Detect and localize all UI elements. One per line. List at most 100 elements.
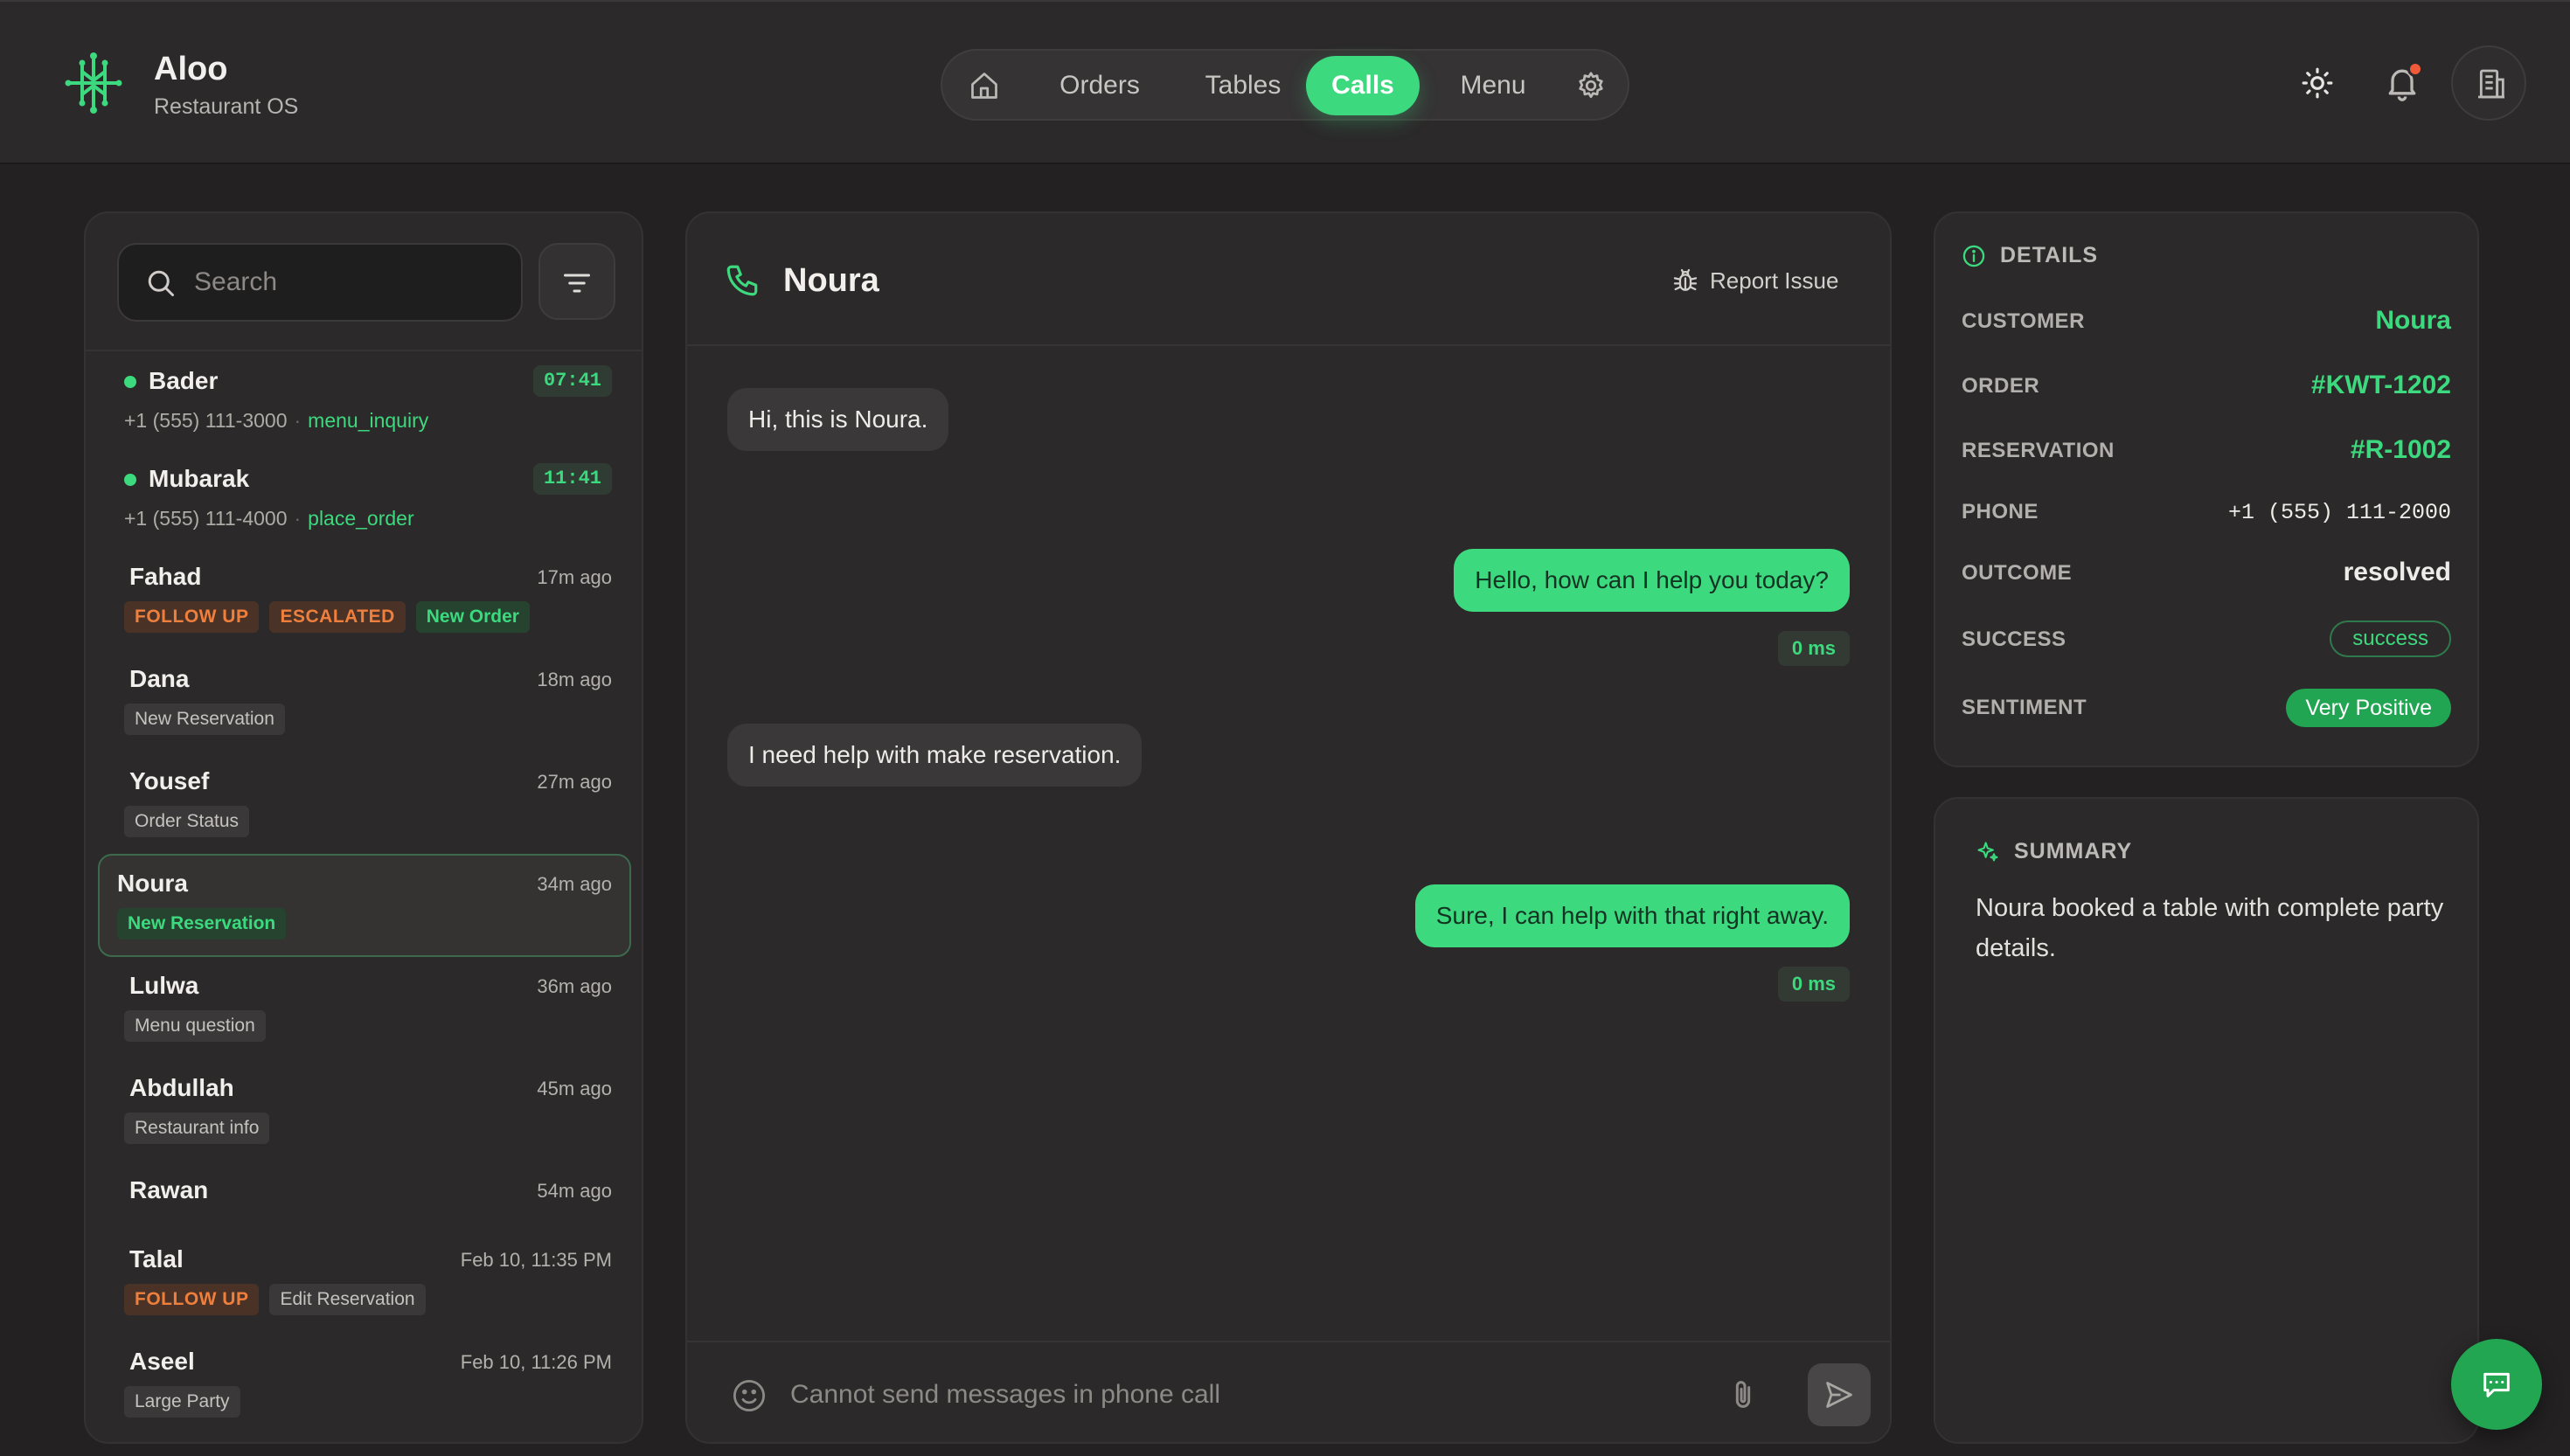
- detail-label-outcome: OUTCOME: [1962, 561, 2073, 585]
- call-tags: New Reservation: [117, 908, 287, 939]
- summary-text: Noura booked a table with complete party…: [1976, 894, 2444, 962]
- message-composer: [687, 1341, 1890, 1442]
- notification-dot: [2407, 61, 2423, 77]
- sparkle-icon: [1977, 841, 1998, 861]
- call-time: Feb 10, 11:26 PM: [460, 1351, 612, 1373]
- success-badge: success: [2330, 621, 2451, 657]
- detail-label-reservation: RESERVATION: [1962, 439, 2115, 462]
- tag-new-order: New Order: [415, 601, 530, 633]
- nav-menu[interactable]: Menu: [1432, 56, 1554, 115]
- details-title: DETAILS: [2000, 243, 2099, 267]
- detail-value-phone: +1 (555) 111-2000: [2227, 500, 2451, 525]
- call-tags: Menu question: [124, 1010, 266, 1042]
- call-item-dana[interactable]: Dana 18m ago New Reservation: [98, 649, 631, 752]
- call-item-abdullah[interactable]: Abdullah 45m ago Restaurant info: [98, 1058, 631, 1161]
- search-icon: [148, 270, 174, 296]
- live-indicator: [124, 474, 136, 486]
- caller-name: Lulwa: [129, 972, 199, 999]
- report-issue-button[interactable]: Report Issue: [1671, 264, 1838, 297]
- filter-button[interactable]: [538, 243, 615, 320]
- call-time: 17m ago: [537, 566, 612, 588]
- call-tags: Restaurant info: [124, 1113, 270, 1144]
- call-item-aseel[interactable]: Aseel Feb 10, 11:26 PM Large Party: [98, 1332, 631, 1435]
- call-item-lulwa[interactable]: Lulwa 36m ago Menu question: [98, 956, 631, 1059]
- call-time: 34m ago: [537, 873, 612, 895]
- caller-phone: +1 (555) 111-4000 · place_order: [124, 507, 414, 530]
- chat-assistant-button[interactable]: [2451, 1339, 2542, 1430]
- call-item-talal[interactable]: Talal Feb 10, 11:35 PM FOLLOW UP Edit Re…: [98, 1230, 631, 1333]
- restaurant-switcher-button[interactable]: [2451, 45, 2526, 121]
- detail-value-customer[interactable]: Noura: [2375, 306, 2451, 336]
- detail-label-success: SUCCESS: [1962, 627, 2066, 651]
- detail-value-order[interactable]: #KWT-1202: [2311, 371, 2451, 400]
- detail-value-reservation[interactable]: #R-1002: [2351, 435, 2451, 465]
- call-tags: New Reservation: [124, 704, 285, 735]
- call-item-mubarak[interactable]: Mubarak 11:41 +1 (555) 111-4000 · place_or…: [98, 449, 631, 552]
- call-item-noura[interactable]: Noura 34m ago New Reservation: [98, 854, 631, 957]
- caller-name: Rawan: [129, 1176, 209, 1203]
- home-icon[interactable]: [969, 70, 1000, 101]
- filter-icon: [564, 274, 590, 293]
- call-item-fahad[interactable]: Fahad 17m ago FOLLOW UP ESCALATED New Or…: [98, 547, 631, 650]
- call-time: 27m ago: [537, 771, 612, 793]
- call-time: 45m ago: [537, 1078, 612, 1099]
- summary-header: SUMMARY: [1976, 839, 2132, 864]
- bug-icon: [1673, 268, 1698, 291]
- detail-label-phone: PHONE: [1962, 500, 2039, 523]
- caller-name: Abdullah: [129, 1074, 234, 1101]
- nav-tables[interactable]: Tables: [1175, 56, 1311, 115]
- building-icon: [2478, 69, 2504, 99]
- search-input[interactable]: [194, 245, 509, 320]
- call-transcript-panel: Noura Report Issue Hi, this is Noura. He…: [685, 211, 1892, 1444]
- latency-badge: 0 ms: [1777, 967, 1850, 1002]
- details-panel: DETAILS CUSTOMER Noura ORDER #KWT-1202 R…: [1934, 211, 2479, 767]
- nav-orders[interactable]: Orders: [1033, 56, 1166, 115]
- gear-icon[interactable]: [1575, 70, 1607, 101]
- chat-header: Noura Report Issue: [687, 213, 1890, 346]
- call-time: 36m ago: [537, 975, 612, 997]
- report-issue-label: Report Issue: [1710, 267, 1839, 294]
- sentiment-badge: Very Positive: [2286, 689, 2451, 727]
- paperclip-icon[interactable]: [1726, 1377, 1761, 1412]
- info-icon: [1962, 245, 1985, 267]
- call-tags: FOLLOW UP ESCALATED New Order: [124, 601, 530, 633]
- tag-edit-reservation: Edit Reservation: [269, 1284, 426, 1315]
- tag-order-status: Order Status: [124, 806, 250, 837]
- summary-panel: SUMMARY Noura booked a table with comple…: [1934, 797, 2479, 1444]
- tag-new-reservation: New Reservation: [124, 704, 285, 735]
- caller-name: Aseel: [129, 1348, 195, 1375]
- search-box: [117, 243, 523, 322]
- message-outgoing: Hello, how can I help you today?: [1454, 549, 1850, 612]
- call-item-rawan[interactable]: Rawan 54m ago: [98, 1161, 631, 1227]
- caller-name: Dana: [129, 665, 190, 692]
- call-list-panel: Bader 07:41 +1 (555) 111-3000·menu_inqui…: [84, 211, 643, 1444]
- detail-label-sentiment: SENTIMENT: [1962, 696, 2087, 719]
- call-tags: FOLLOW UP Edit Reservation: [124, 1284, 426, 1315]
- tag-restaurant-info: Restaurant info: [124, 1113, 270, 1144]
- tag-escalated: ESCALATED: [269, 601, 406, 633]
- message-incoming: Hi, this is Noura.: [727, 388, 949, 451]
- chat-title: Noura: [783, 262, 879, 299]
- summary-title: SUMMARY: [2014, 839, 2133, 863]
- call-tags: Order Status: [124, 806, 250, 837]
- call-item-yousef[interactable]: Yousef 27m ago Order Status: [98, 752, 631, 855]
- call-time: Feb 10, 11:35 PM: [460, 1249, 612, 1271]
- caller-name: Bader: [149, 367, 219, 394]
- emoji-icon[interactable]: [731, 1377, 768, 1414]
- caller-name: Yousef: [129, 767, 210, 794]
- tag-large-party: Large Party: [124, 1386, 240, 1418]
- detail-label-order: ORDER: [1962, 374, 2040, 398]
- caller-name: Fahad: [129, 563, 202, 590]
- detail-label-customer: CUSTOMER: [1962, 309, 2085, 333]
- nav-calls[interactable]: Calls: [1306, 56, 1420, 115]
- sun-icon[interactable]: [2301, 66, 2334, 100]
- live-indicator: [124, 376, 136, 388]
- call-intent: place_order: [308, 507, 414, 530]
- message-input[interactable]: [790, 1362, 1490, 1428]
- call-item-bader[interactable]: Bader 07:41 +1 (555) 111-3000 · menu_inqui…: [98, 351, 631, 454]
- send-button[interactable]: [1808, 1363, 1871, 1426]
- main-nav: Orders Tables Calls Menu: [941, 49, 1629, 121]
- chat-icon: [2483, 1372, 2510, 1397]
- caller-name: Talal: [129, 1245, 184, 1272]
- call-time: 18m ago: [537, 669, 612, 690]
